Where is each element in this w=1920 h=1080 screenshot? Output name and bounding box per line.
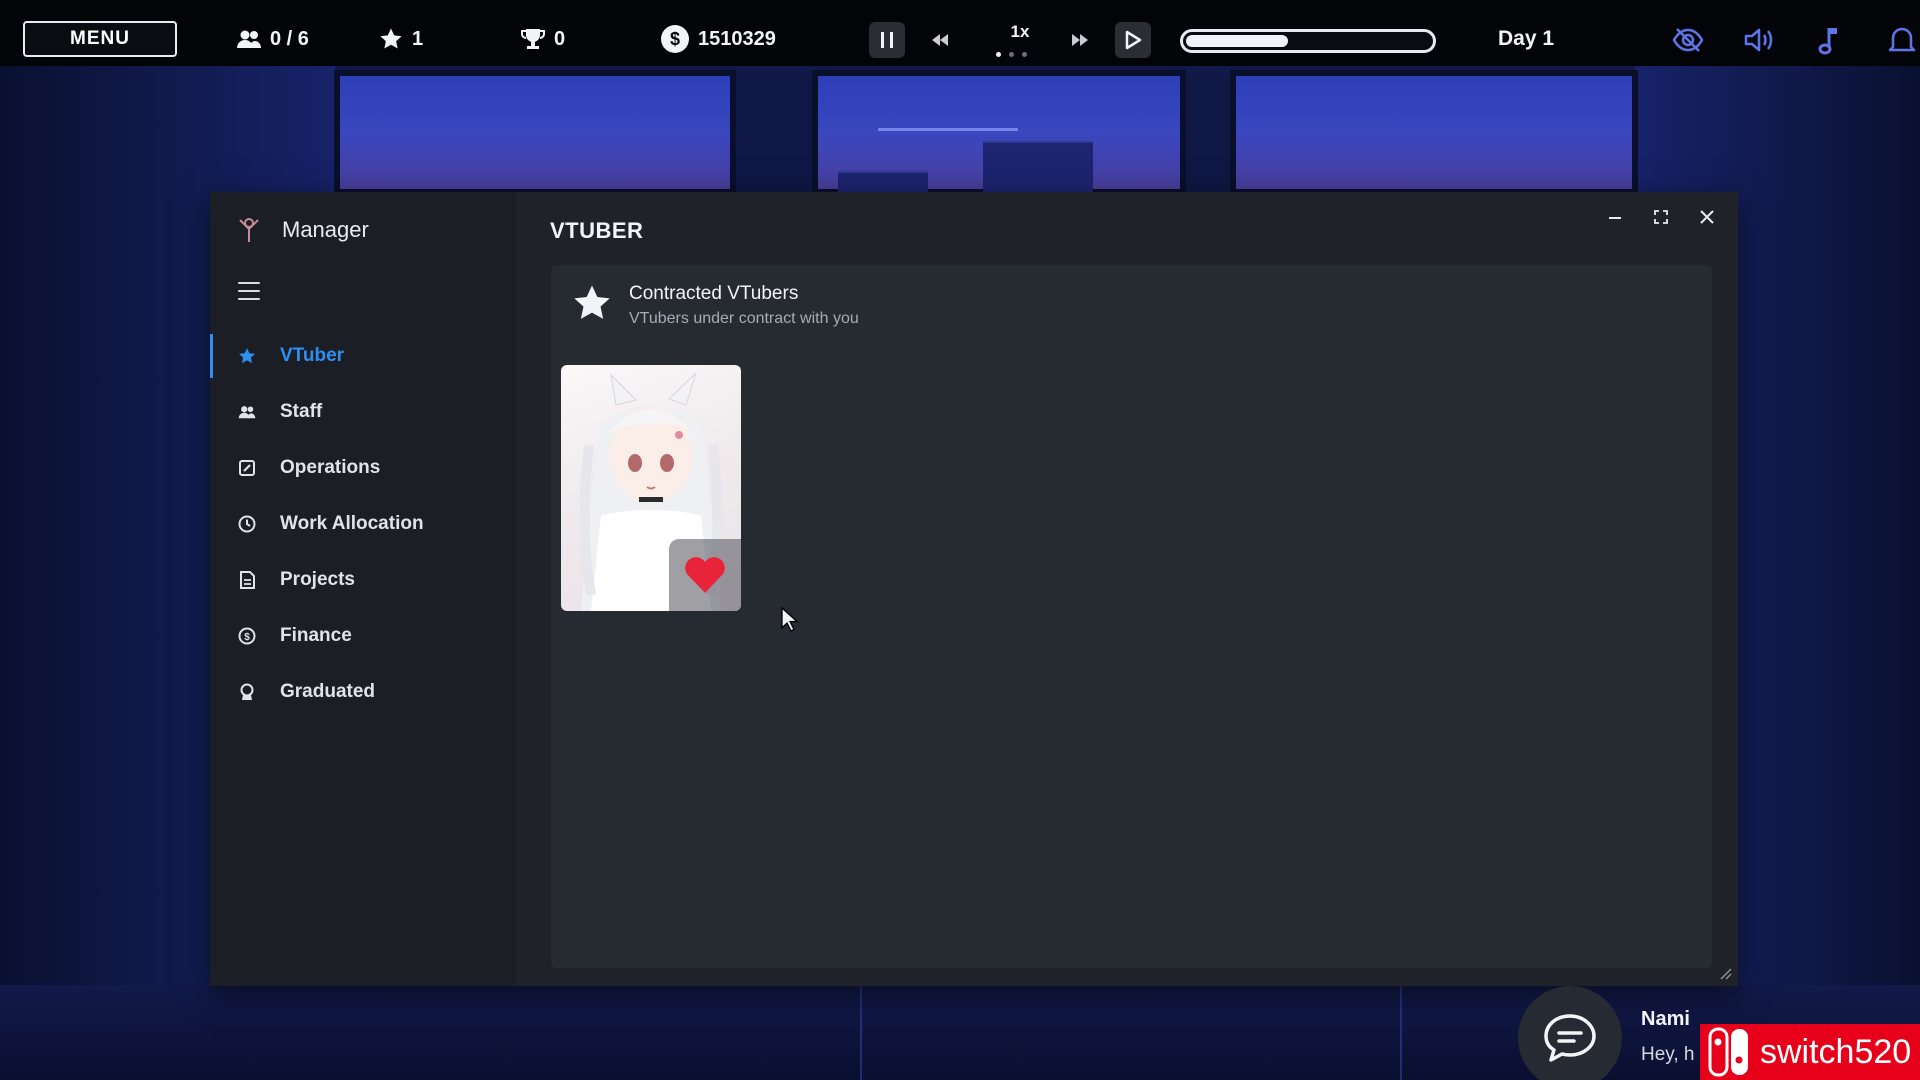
sidebar-item-label: Finance — [280, 625, 352, 646]
panel-title: Contracted VTubers — [629, 283, 799, 304]
chat-bubble-icon — [1544, 1014, 1596, 1062]
sidebar-item-label: Work Allocation — [280, 513, 424, 534]
star-icon — [380, 28, 402, 49]
window-pane — [1230, 70, 1638, 195]
sidebar-item-staff[interactable]: Staff — [210, 384, 516, 440]
sidebar-item-operations[interactable]: Operations — [210, 440, 516, 496]
svg-text:$: $ — [244, 632, 250, 643]
favorite-badge — [669, 539, 741, 611]
minimize-button[interactable] — [1602, 204, 1628, 230]
coin-icon: $ — [238, 627, 256, 645]
slow-down-button[interactable] — [922, 22, 958, 58]
fast-forward-icon — [1072, 34, 1088, 46]
sidebar-item-graduated[interactable]: Graduated — [210, 664, 516, 720]
sidebar-item-label: Graduated — [280, 681, 376, 702]
play-icon — [1125, 30, 1142, 50]
sidebar-item-vtuber[interactable]: VTuber — [210, 328, 516, 384]
trophies-value: 0 — [554, 27, 566, 50]
document-icon — [238, 571, 256, 589]
sidebar-item-label: Projects — [280, 569, 355, 590]
sidebar-item-label: VTuber — [280, 345, 345, 366]
switch-logo-icon — [1708, 1027, 1748, 1077]
pause-icon — [881, 32, 893, 48]
top-bar: MENU 0 / 6 1 0 $ 1510329 1x Day 1 — [0, 0, 1920, 66]
badge-icon — [238, 683, 256, 701]
sidebar-item-finance[interactable]: $ Finance — [210, 608, 516, 664]
heart-icon — [685, 557, 725, 593]
panel-subtitle: VTubers under contract with you — [629, 310, 859, 327]
stars-stat: 1 — [378, 24, 423, 54]
staff-count-value: 0 / 6 — [270, 27, 309, 50]
maximize-icon — [1654, 210, 1668, 224]
sound-button[interactable] — [1741, 22, 1777, 58]
day-label: Day 1 — [1498, 27, 1555, 50]
chat-button[interactable] — [1518, 986, 1622, 1080]
panel-header: Contracted VTubers VTubers under contrac… — [571, 283, 859, 328]
music-note-icon — [1818, 28, 1837, 55]
chat-sender-name: Nami — [1641, 1008, 1690, 1030]
sidebar-title: Manager — [282, 217, 369, 242]
window-pane — [334, 70, 736, 195]
window-pane — [812, 70, 1186, 201]
star-icon — [238, 347, 256, 365]
floor — [0, 985, 1920, 1080]
sidebar-item-label: Operations — [280, 457, 381, 478]
volume-icon — [1744, 28, 1773, 52]
vtuber-card[interactable] — [561, 365, 741, 611]
trophy-icon — [521, 29, 545, 49]
hamburger-menu-button[interactable] — [238, 282, 260, 300]
music-button[interactable] — [1812, 22, 1848, 58]
stars-value: 1 — [412, 27, 424, 50]
close-icon — [1700, 210, 1714, 224]
chat-message-preview: Hey, h — [1641, 1044, 1695, 1065]
people-icon — [237, 30, 261, 48]
contracted-vtubers-panel: Contracted VTubers VTubers under contrac… — [551, 265, 1712, 968]
close-button[interactable] — [1694, 204, 1720, 230]
edit-square-icon — [238, 459, 256, 477]
money-stat: $ 1510329 — [660, 24, 776, 54]
sidebar: Manager VTuber Staff Operations Work All… — [210, 192, 516, 986]
sidebar-nav: VTuber Staff Operations Work Allocation — [210, 328, 516, 720]
maximize-button[interactable] — [1648, 204, 1674, 230]
sidebar-item-projects[interactable]: Projects — [210, 552, 516, 608]
speed-indicator — [996, 52, 1027, 57]
rewind-icon — [932, 34, 948, 46]
manager-icon — [239, 218, 259, 242]
sidebar-item-label: Staff — [280, 401, 323, 422]
watermark-text: switch520 — [1760, 1032, 1912, 1071]
money-value: 1510329 — [698, 27, 776, 50]
minimize-icon — [1609, 217, 1621, 219]
pause-button[interactable] — [869, 22, 905, 58]
menu-button[interactable]: MENU — [23, 21, 177, 57]
window-controls — [1602, 204, 1720, 230]
watermark: switch520 — [1700, 1024, 1920, 1080]
star-icon — [574, 285, 610, 319]
eye-off-icon — [1672, 28, 1704, 52]
clock-icon — [238, 515, 256, 533]
section-title: VTUBER — [550, 218, 644, 243]
sidebar-header: Manager — [236, 216, 369, 244]
visibility-off-button[interactable] — [1670, 22, 1706, 58]
speed-up-button[interactable] — [1062, 22, 1098, 58]
sidebar-item-work-allocation[interactable]: Work Allocation — [210, 496, 516, 552]
play-button[interactable] — [1115, 22, 1151, 58]
notifications-button[interactable] — [1884, 22, 1920, 58]
mouse-cursor-icon — [781, 606, 798, 632]
day-progress-bar — [1180, 29, 1436, 53]
staff-count-stat: 0 / 6 — [236, 24, 309, 54]
day-progress-fill — [1186, 35, 1289, 47]
people-icon — [238, 403, 256, 421]
bell-icon — [1888, 27, 1916, 52]
resize-grip-icon[interactable] — [1718, 966, 1732, 980]
svg-text:$: $ — [670, 29, 680, 49]
speed-label: 1x — [1010, 22, 1030, 41]
manager-window: Manager VTuber Staff Operations Work All… — [210, 192, 1738, 986]
trophies-stat: 0 — [520, 24, 565, 54]
dollar-coin-icon: $ — [661, 25, 689, 53]
